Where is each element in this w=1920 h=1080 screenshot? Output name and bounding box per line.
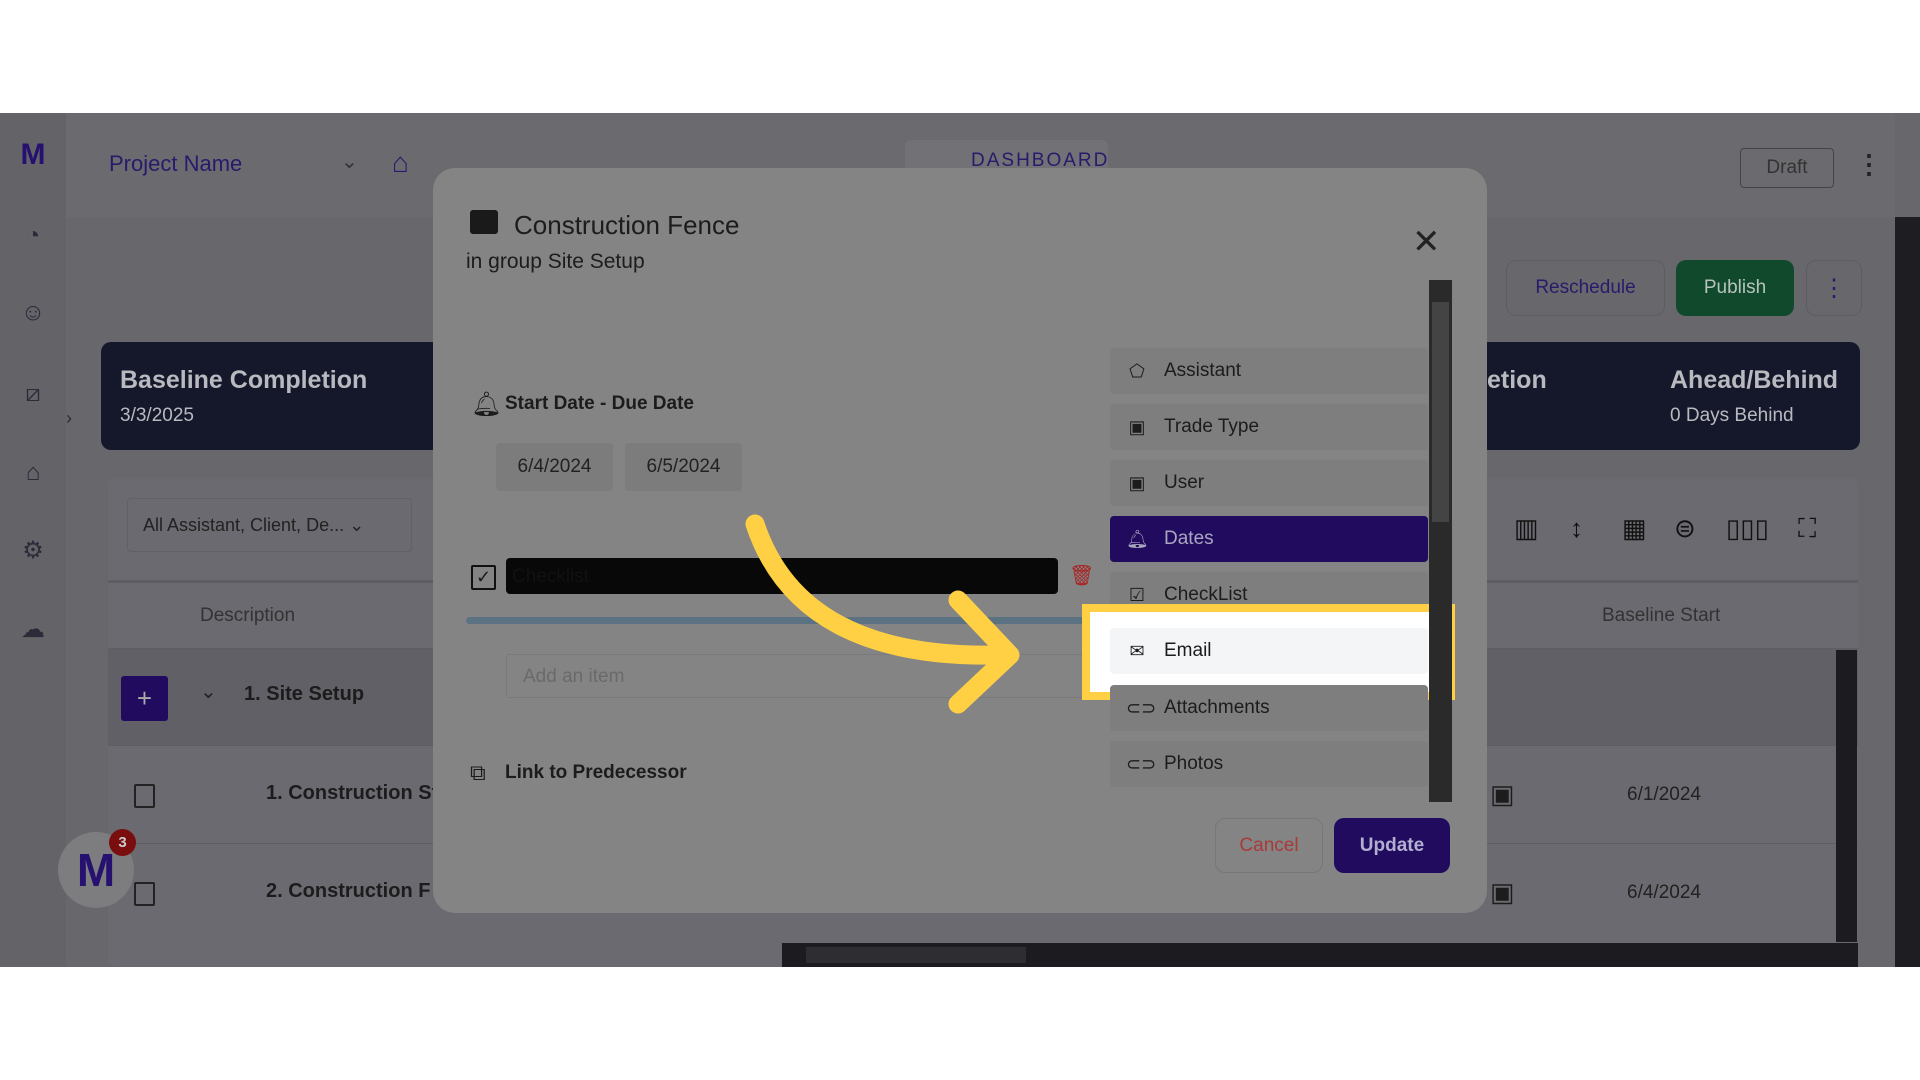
annotation-arrow: [745, 514, 1020, 714]
